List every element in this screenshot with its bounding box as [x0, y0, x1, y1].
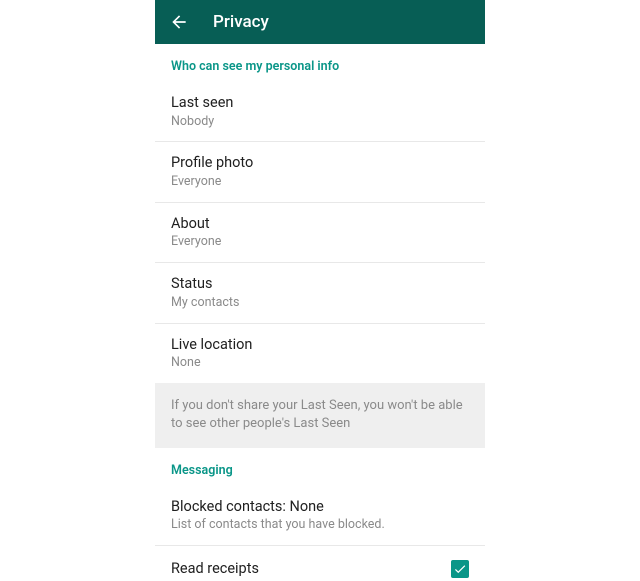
- row-title: Read receipts: [171, 559, 259, 579]
- arrow-left-icon: [169, 12, 189, 32]
- row-title: About: [171, 214, 469, 234]
- row-title: Status: [171, 274, 469, 294]
- row-title: Profile photo: [171, 153, 469, 173]
- section-header-messaging: Messaging: [155, 448, 485, 486]
- appbar: Privacy: [155, 0, 485, 44]
- settings-list: Who can see my personal info Last seen N…: [155, 44, 485, 581]
- row-title: Blocked contacts: None: [171, 497, 469, 517]
- row-value: Everyone: [171, 174, 469, 191]
- row-about[interactable]: About Everyone: [155, 203, 485, 262]
- row-read-receipts[interactable]: Read receipts: [155, 546, 485, 581]
- row-value: My contacts: [171, 295, 469, 312]
- row-last-seen[interactable]: Last seen Nobody: [155, 82, 485, 141]
- row-status[interactable]: Status My contacts: [155, 263, 485, 322]
- last-seen-notice: If you don't share your Last Seen, you w…: [155, 383, 485, 447]
- back-button[interactable]: [167, 10, 191, 34]
- row-value: Everyone: [171, 234, 469, 251]
- row-title: Last seen: [171, 93, 469, 113]
- row-value: Nobody: [171, 114, 469, 131]
- row-title: Live location: [171, 335, 469, 355]
- row-sub: List of contacts that you have blocked.: [171, 517, 469, 534]
- section-header-personal-info: Who can see my personal info: [155, 44, 485, 82]
- row-profile-photo[interactable]: Profile photo Everyone: [155, 142, 485, 201]
- row-value: None: [171, 355, 469, 372]
- checkmark-icon: [453, 562, 467, 576]
- row-blocked-contacts[interactable]: Blocked contacts: None List of contacts …: [155, 486, 485, 545]
- privacy-settings-screen: Privacy Who can see my personal info Las…: [155, 0, 485, 581]
- page-title: Privacy: [213, 12, 269, 32]
- row-live-location[interactable]: Live location None: [155, 324, 485, 383]
- read-receipts-checkbox[interactable]: [451, 560, 469, 578]
